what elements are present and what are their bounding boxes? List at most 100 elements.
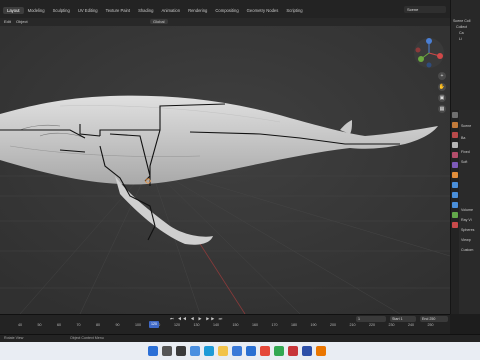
- frame-tick-label: 90: [115, 323, 120, 327]
- app-green-icon[interactable]: [274, 346, 284, 356]
- frame-tick-label: 50: [37, 323, 42, 327]
- windows-icon[interactable]: [148, 346, 158, 356]
- blender-icon[interactable]: [316, 346, 326, 356]
- frame-tick-label: 210: [349, 323, 356, 327]
- app-red-icon[interactable]: [288, 346, 298, 356]
- frame-tick-label: 250: [427, 323, 434, 327]
- world-tab-icon[interactable]: [452, 162, 458, 168]
- frame-tick-label: 230: [388, 323, 395, 327]
- status-bar: Rotate View Object Context Menu: [0, 334, 480, 342]
- properties-panel: Scene Ba Fixed Soft Volume Ray Vi Spheres Viewp…: [450, 110, 480, 314]
- scene-selector[interactable]: Scene: [404, 6, 446, 13]
- frame-tick-label: 220: [369, 323, 375, 327]
- frame-ruler[interactable]: 4050607080901001101201301401501601701801…: [0, 323, 450, 330]
- edit-menu[interactable]: Edit: [4, 19, 11, 24]
- properties-row[interactable]: Spheres: [461, 228, 474, 232]
- frame-tick-label: 180: [291, 323, 297, 327]
- view-layer-tab-icon[interactable]: [452, 142, 458, 148]
- tab-sculpting[interactable]: Sculpting: [49, 7, 74, 14]
- frame-tick-label: 80: [96, 323, 100, 327]
- scene-tab-icon[interactable]: [452, 152, 458, 158]
- frame-tick-label: 160: [252, 323, 258, 327]
- start-frame-field[interactable]: Start 1: [390, 316, 416, 322]
- material-tab-icon[interactable]: [452, 222, 458, 228]
- frame-tick-label: 170: [271, 323, 278, 327]
- tab-animation[interactable]: Animation: [157, 7, 184, 14]
- render-tab-icon[interactable]: [452, 122, 458, 128]
- status-left: Rotate View: [4, 336, 24, 340]
- frame-tick-label: 200: [330, 323, 336, 327]
- outliner-item[interactable]: Li: [451, 36, 480, 42]
- data-tab-icon[interactable]: [452, 212, 458, 218]
- current-frame-label: 120: [151, 322, 157, 326]
- current-frame-field[interactable]: 1: [356, 316, 386, 322]
- edge-icon[interactable]: [204, 346, 214, 356]
- tool-tab-icon[interactable]: [452, 112, 458, 118]
- navigation-gizmo[interactable]: [412, 36, 446, 70]
- frame-tick-label: 130: [193, 323, 200, 327]
- properties-row[interactable]: Scene: [461, 124, 471, 128]
- frame-tick-label: 40: [18, 323, 22, 327]
- explorer-icon[interactable]: [218, 346, 228, 356]
- chrome-icon[interactable]: [260, 346, 270, 356]
- tab-uv-editing[interactable]: UV Editing: [74, 7, 102, 14]
- end-frame-field[interactable]: End 250: [420, 316, 448, 322]
- task-view-icon[interactable]: [176, 346, 186, 356]
- properties-row[interactable]: Custom: [461, 248, 473, 252]
- tab-texture-paint[interactable]: Texture Paint: [102, 7, 134, 14]
- app-blue-icon[interactable]: [302, 346, 312, 356]
- workspace-tabs: Layout Modeling Sculpting UV Editing Texture…: [3, 7, 307, 14]
- mail-icon[interactable]: [246, 346, 256, 356]
- perspective-grid-icon[interactable]: ▦: [438, 105, 446, 113]
- object-tab-icon[interactable]: [452, 172, 458, 178]
- properties-row[interactable]: Soft: [461, 160, 467, 164]
- properties-row[interactable]: Ray Vi: [461, 218, 472, 222]
- properties-tabs: [451, 110, 459, 314]
- frame-tick-label: 190: [310, 323, 317, 327]
- outliner-panel: Scene Coll Collect Ca Li: [450, 0, 480, 110]
- object-menu[interactable]: Object: [16, 19, 28, 24]
- frame-tick-label: 140: [213, 323, 219, 327]
- output-tab-icon[interactable]: [452, 132, 458, 138]
- frame-tick-label: 100: [135, 323, 141, 327]
- end-label: End: [422, 317, 429, 321]
- playback-controls[interactable]: ⏮ ◀◀ ◀ ▶ ▶▶ ⏭: [170, 316, 224, 321]
- status-right: Object Context Menu: [70, 336, 104, 340]
- frame-tick-label: 70: [76, 323, 81, 327]
- scene-label: Scene: [407, 7, 419, 12]
- particles-tab-icon[interactable]: [452, 192, 458, 198]
- tab-modeling[interactable]: Modeling: [24, 7, 49, 14]
- tab-shading[interactable]: Shading: [134, 7, 157, 14]
- 3d-viewport[interactable]: Options + ✋ ▣ ▦: [0, 26, 450, 314]
- properties-row[interactable]: Viewp: [461, 238, 471, 242]
- pan-hand-icon[interactable]: ✋: [438, 83, 446, 91]
- tab-scripting[interactable]: Scripting: [282, 7, 306, 14]
- zoom-icon[interactable]: +: [438, 72, 446, 80]
- physics-tab-icon[interactable]: [452, 202, 458, 208]
- frame-tick-label: 240: [408, 323, 414, 327]
- frame-tick-label: 150: [232, 323, 239, 327]
- current-frame-indicator[interactable]: 120: [149, 321, 159, 328]
- modifier-tab-icon[interactable]: [452, 182, 458, 188]
- frame-tick-label: 60: [57, 323, 61, 327]
- start-value: 1: [400, 317, 403, 321]
- tab-compositing[interactable]: Compositing: [211, 7, 242, 14]
- properties-row[interactable]: Fixed: [461, 150, 470, 154]
- windows-taskbar: [0, 342, 480, 360]
- tab-layout[interactable]: Layout: [3, 7, 24, 14]
- start-label: Start: [392, 317, 400, 321]
- transform-orientation-dropdown[interactable]: Global: [150, 19, 168, 24]
- end-value: 250: [429, 317, 436, 321]
- properties-row[interactable]: Ba: [461, 136, 465, 140]
- camera-icon[interactable]: ▣: [438, 94, 446, 102]
- timeline-panel[interactable]: 4050607080901001101201301401501601701801…: [0, 314, 450, 334]
- properties-row[interactable]: Volume: [461, 208, 473, 212]
- top-bar: Layout Modeling Sculpting UV Editing Texture…: [0, 0, 480, 18]
- viewport-header: Edit Object Global: [0, 18, 450, 26]
- store-icon[interactable]: [232, 346, 242, 356]
- search-icon[interactable]: [162, 346, 172, 356]
- frame-value: 1: [358, 317, 360, 321]
- tab-geometry-nodes[interactable]: Geometry Nodes: [243, 7, 283, 14]
- tab-rendering[interactable]: Rendering: [184, 7, 211, 14]
- widgets-icon[interactable]: [190, 346, 200, 356]
